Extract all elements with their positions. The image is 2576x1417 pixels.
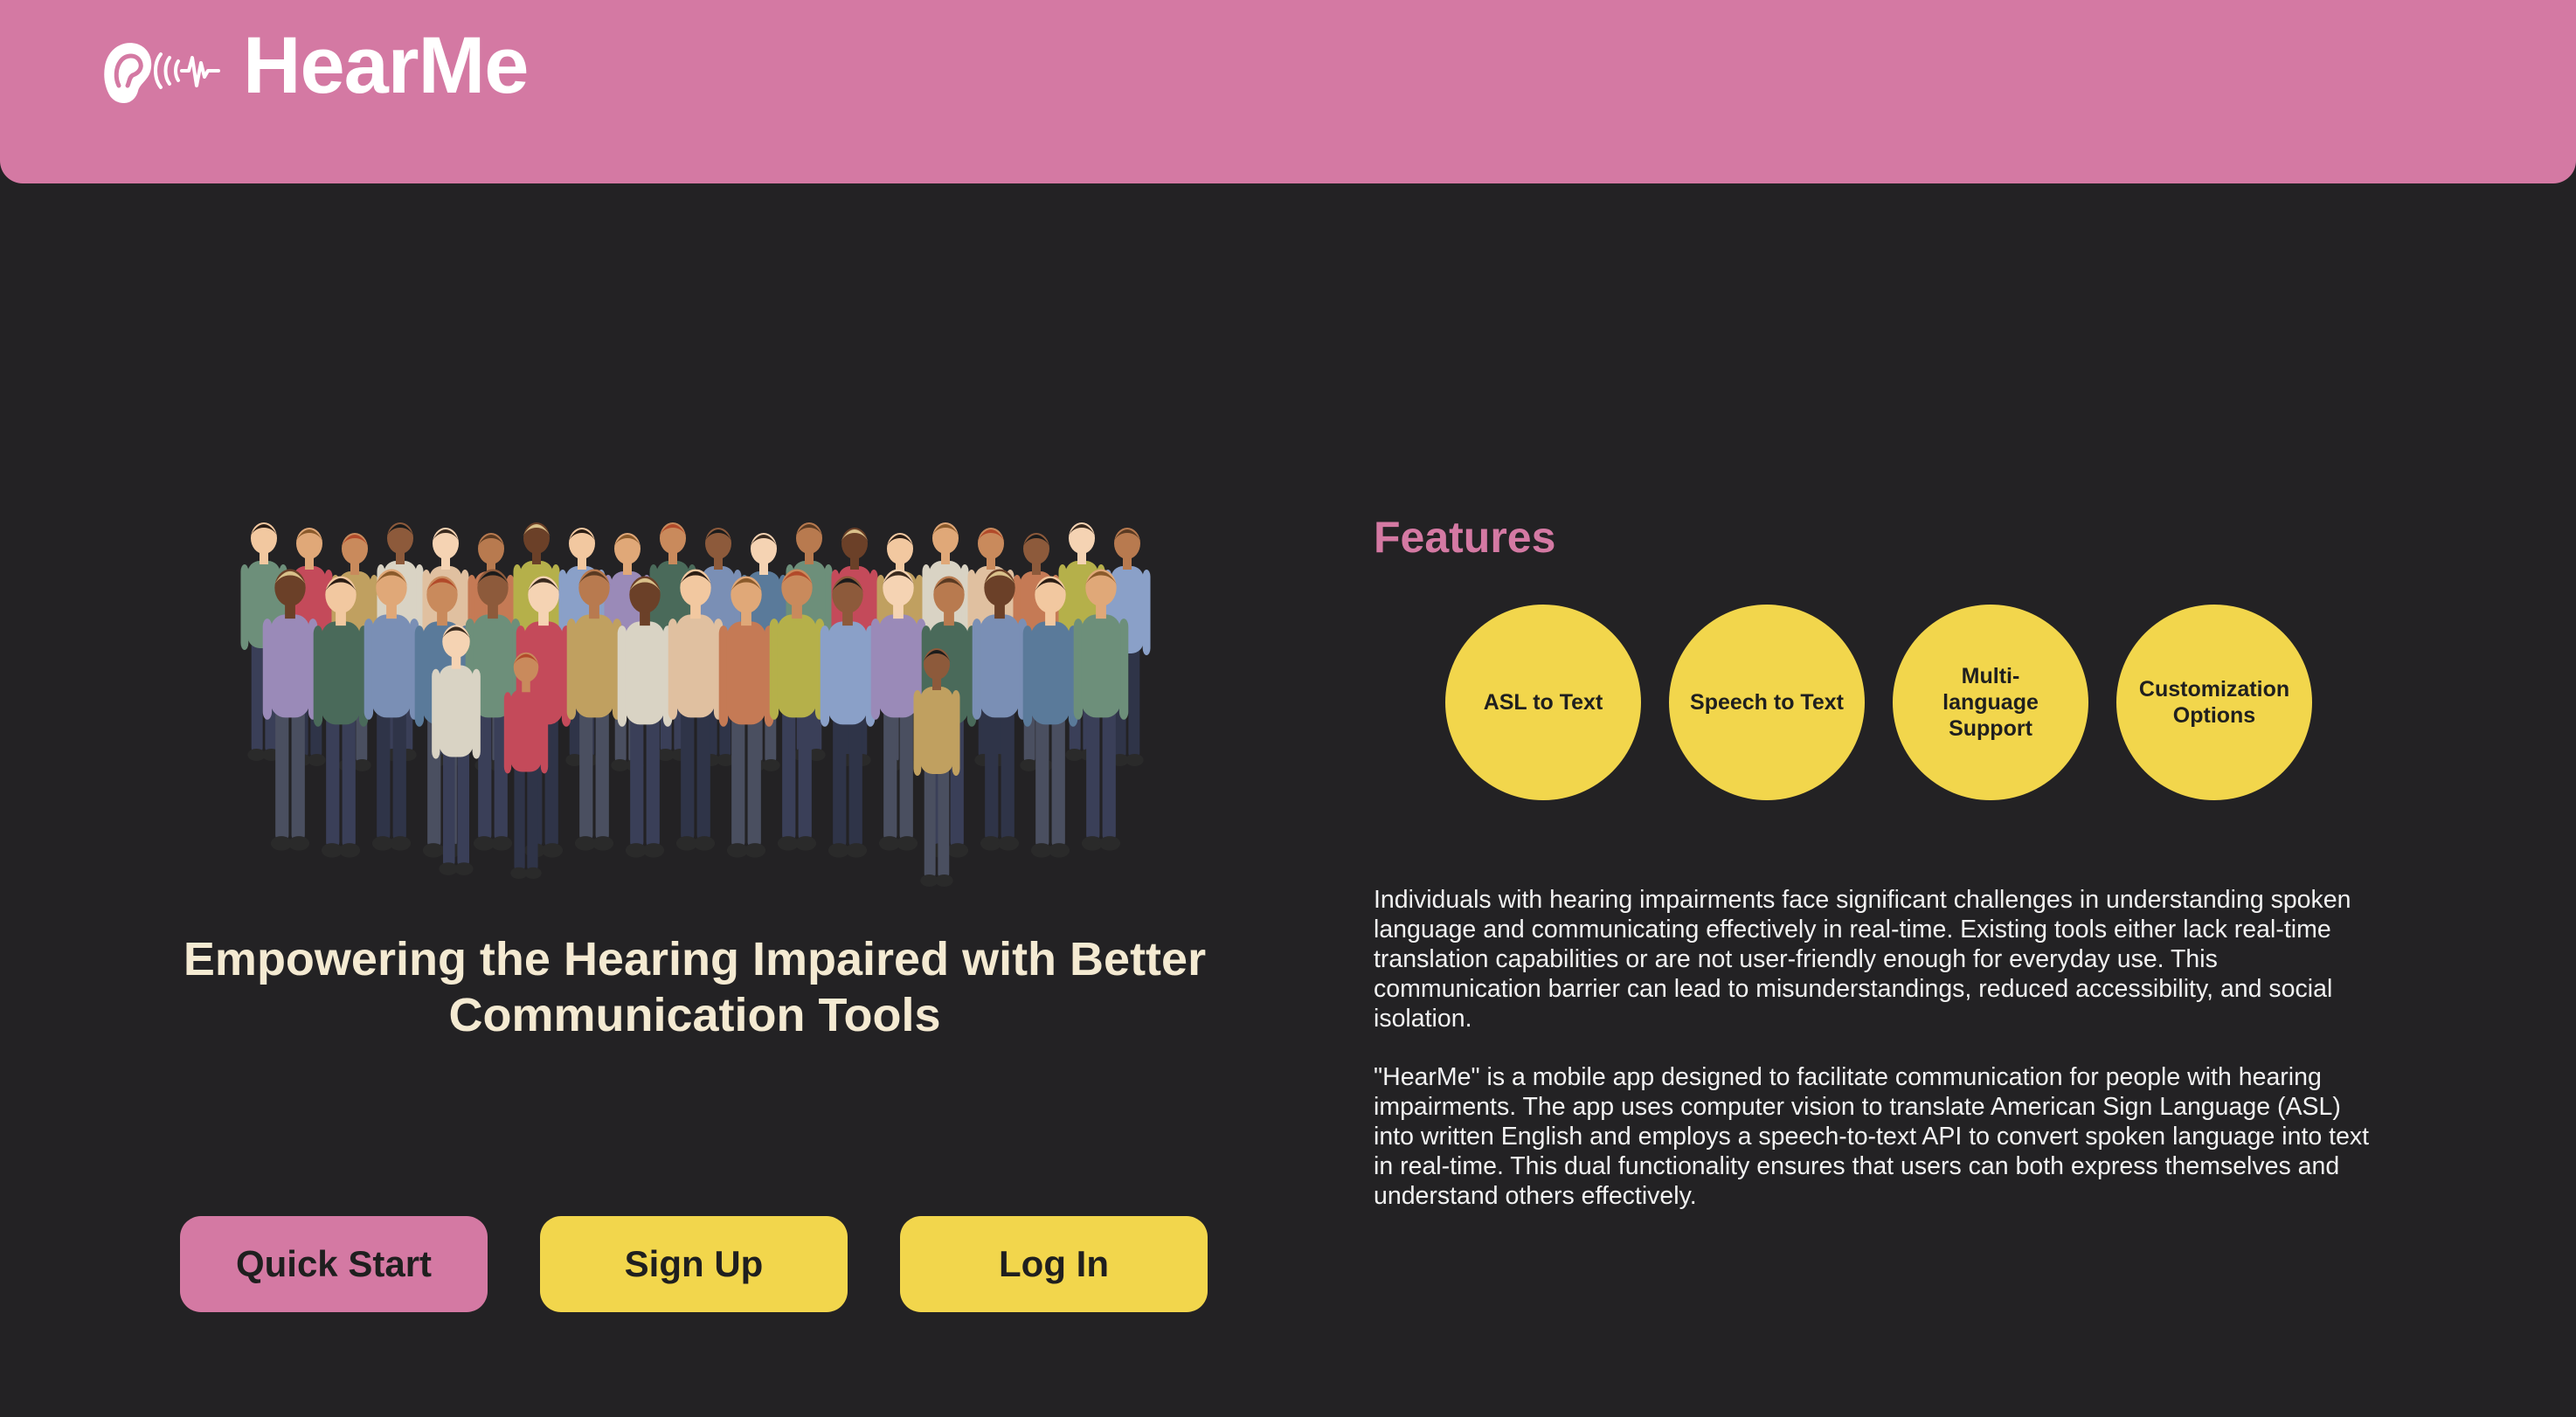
sign-up-button[interactable]: Sign Up: [540, 1216, 848, 1312]
app-title: HearMe: [243, 21, 529, 110]
feature-customization-options[interactable]: Customization Options: [2116, 605, 2312, 800]
log-in-button[interactable]: Log In: [900, 1216, 1208, 1312]
diverse-crowd-illustration: [229, 498, 1164, 900]
ear-soundwave-icon[interactable]: [98, 35, 220, 108]
problem-statement-paragraph: Individuals with hearing impairments fac…: [1374, 886, 2351, 1033]
features-title: Features: [1374, 513, 1556, 562]
quick-start-button[interactable]: Quick Start: [180, 1216, 488, 1312]
feature-asl-to-text[interactable]: ASL to Text: [1445, 605, 1641, 800]
top-header: HearMe: [0, 0, 2576, 183]
feature-multi-language-support[interactable]: Multi-language Support: [1893, 605, 2088, 800]
solution-description-paragraph: "HearMe" is a mobile app designed to fac…: [1374, 1063, 2370, 1210]
hero-heading: Empowering the Hearing Impaired with Bet…: [183, 933, 1207, 1041]
feature-speech-to-text[interactable]: Speech to Text: [1669, 605, 1865, 800]
